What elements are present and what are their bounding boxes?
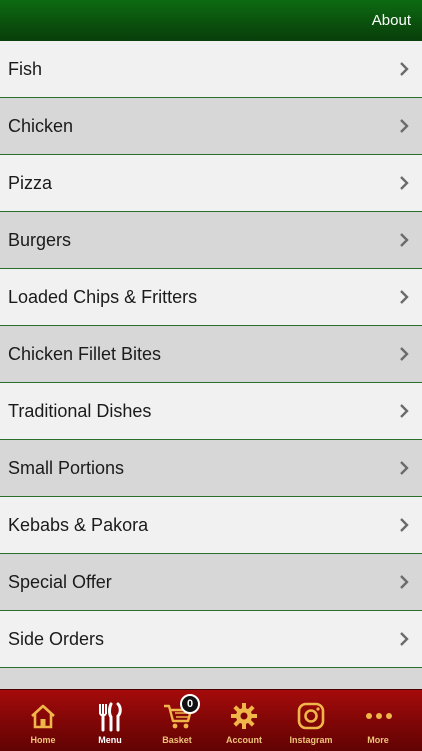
menu-item-side-orders[interactable]: Side Orders [0, 611, 422, 668]
cutlery-icon [99, 702, 122, 732]
gear-icon [231, 703, 257, 729]
menu-item-partial[interactable] [0, 668, 422, 689]
menu-item-chicken-fillet-bites[interactable]: Chicken Fillet Bites [0, 326, 422, 383]
chevron-right-icon [400, 518, 409, 532]
menu-item-label: Loaded Chips & Fritters [8, 287, 198, 307]
menu-item-pizza[interactable]: Pizza [0, 155, 422, 212]
menu-category-list: Fish Chicken Pizza Burgers Loaded Chips … [0, 41, 422, 689]
menu-item-fish[interactable]: Fish [0, 41, 422, 98]
menu-item-label: Burgers [8, 230, 72, 250]
menu-item-label: Chicken Fillet Bites [8, 344, 162, 364]
menu-item-label: Chicken [8, 116, 74, 136]
tab-instagram[interactable]: Instagram [276, 690, 346, 751]
home-icon [31, 704, 55, 729]
chevron-right-icon [400, 404, 409, 418]
menu-item-label: Small Portions [8, 458, 125, 478]
menu-item-label: Side Orders [8, 629, 105, 649]
menu-item-loaded-chips[interactable]: Loaded Chips & Fritters [0, 269, 422, 326]
tab-more[interactable]: More [343, 690, 413, 751]
chevron-right-icon [400, 575, 409, 589]
menu-item-traditional-dishes[interactable]: Traditional Dishes [0, 383, 422, 440]
basket-count-badge: 0 [180, 694, 200, 714]
tab-label: Basket [162, 735, 192, 745]
tab-menu[interactable]: Menu [75, 690, 145, 751]
menu-item-label: Kebabs & Pakora [8, 515, 149, 535]
top-nav-bar: About [0, 0, 422, 42]
menu-item-label: Fish [8, 59, 43, 79]
menu-item-kebabs-pakora[interactable]: Kebabs & Pakora [0, 497, 422, 554]
tab-account[interactable]: Account [209, 690, 279, 751]
tab-home[interactable]: Home [8, 690, 78, 751]
chevron-right-icon [400, 347, 409, 361]
menu-item-label: Traditional Dishes [8, 401, 152, 421]
bottom-tab-bar: Home Menu 0 Basket Account Instagram Mor… [0, 689, 422, 751]
chevron-right-icon [400, 461, 409, 475]
menu-item-label: Pizza [8, 173, 53, 193]
about-button[interactable]: About [372, 12, 411, 29]
tab-label: Home [30, 735, 56, 745]
tab-label: Menu [98, 735, 122, 745]
menu-item-small-portions[interactable]: Small Portions [0, 440, 422, 497]
instagram-icon [297, 702, 325, 730]
chevron-right-icon [400, 290, 409, 304]
chevron-right-icon [400, 119, 409, 133]
tab-label: Instagram [289, 735, 333, 745]
chevron-right-icon [400, 233, 409, 247]
menu-item-chicken[interactable]: Chicken [0, 98, 422, 155]
chevron-right-icon [400, 632, 409, 646]
tab-basket[interactable]: 0 Basket [142, 690, 212, 751]
menu-item-label: Special Offer [8, 572, 112, 592]
menu-item-special-offer[interactable]: Special Offer [0, 554, 422, 611]
menu-item-burgers[interactable]: Burgers [0, 212, 422, 269]
chevron-right-icon [400, 62, 409, 76]
more-dots-icon [366, 713, 392, 719]
chevron-right-icon [400, 176, 409, 190]
tab-label: Account [226, 735, 262, 745]
tab-label: More [367, 735, 389, 745]
